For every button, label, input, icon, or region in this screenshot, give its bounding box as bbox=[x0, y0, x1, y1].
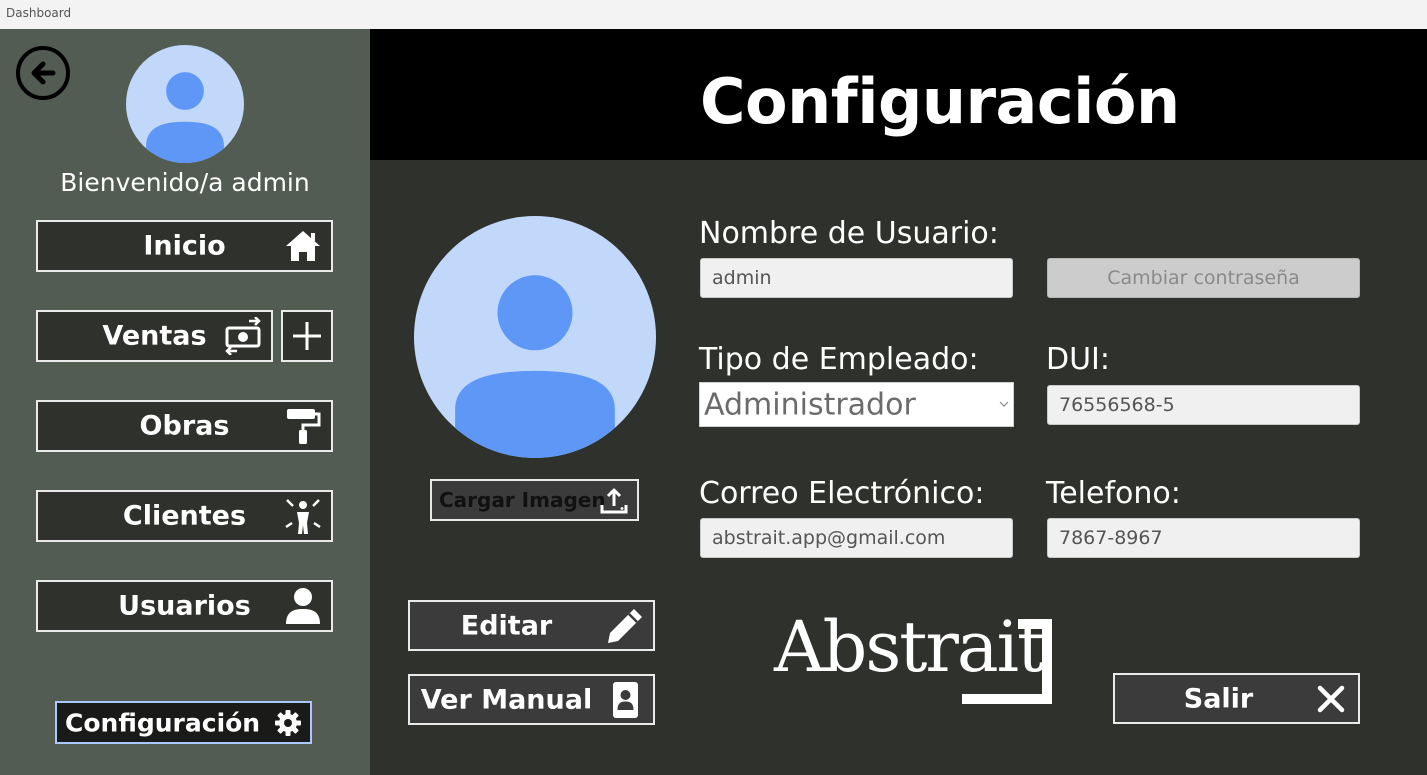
close-icon bbox=[1314, 682, 1348, 716]
pencil-icon bbox=[605, 606, 645, 646]
employee-type-label: Tipo de Empleado: bbox=[699, 342, 979, 377]
back-button[interactable] bbox=[16, 46, 70, 100]
change-password-button[interactable]: Cambiar contraseña bbox=[1047, 258, 1360, 298]
user-avatar-icon bbox=[146, 72, 224, 163]
page-title: Configuración bbox=[700, 65, 1180, 138]
username-field[interactable]: admin bbox=[700, 258, 1013, 298]
sidebar-item-clientes[interactable]: Clientes bbox=[36, 490, 333, 542]
employee-type-select[interactable]: Administrador bbox=[699, 382, 1014, 427]
upload-image-label: Cargar Imagen bbox=[439, 488, 606, 512]
arrow-left-icon bbox=[31, 61, 56, 85]
exit-label: Salir bbox=[1183, 683, 1254, 714]
window-title: Dashboard bbox=[6, 6, 72, 20]
window-titlebar: Dashboard bbox=[0, 0, 1427, 29]
user-avatar-icon bbox=[455, 275, 615, 458]
employee-type-value: Administrador bbox=[704, 387, 916, 422]
gear-icon bbox=[274, 709, 302, 737]
chevron-down-icon bbox=[999, 401, 1009, 407]
sidebar-item-obras[interactable]: Obras bbox=[36, 400, 333, 452]
dui-label: DUI: bbox=[1046, 342, 1111, 377]
paint-roller-icon bbox=[283, 407, 323, 445]
phone-field[interactable]: 7867-8967 bbox=[1047, 518, 1360, 558]
sidebar-item-inicio[interactable]: Inicio bbox=[36, 220, 333, 272]
abstrait-logo: Abstrait bbox=[772, 604, 1062, 716]
edit-label: Editar bbox=[460, 610, 553, 641]
money-exchange-icon bbox=[223, 317, 263, 355]
phone-label: Telefono: bbox=[1046, 476, 1181, 511]
contact-book-icon bbox=[605, 680, 645, 720]
sidebar-item-ventas[interactable]: Ventas bbox=[36, 310, 273, 362]
page-header: Configuración bbox=[370, 29, 1427, 160]
sidebar-item-configuracion[interactable]: Configuración bbox=[55, 701, 312, 744]
view-manual-label: Ver Manual bbox=[420, 684, 593, 715]
upload-icon bbox=[599, 486, 629, 516]
email-field[interactable]: abstrait.app@gmail.com bbox=[700, 518, 1013, 558]
person-rays-icon bbox=[283, 497, 323, 535]
home-icon bbox=[283, 227, 323, 265]
profile-picture bbox=[414, 216, 656, 458]
welcome-text: Bienvenido/a admin bbox=[60, 168, 310, 197]
edit-button[interactable]: Editar bbox=[408, 600, 655, 651]
view-manual-button[interactable]: Ver Manual bbox=[408, 674, 655, 725]
user-icon bbox=[283, 587, 323, 625]
change-password-label: Cambiar contraseña bbox=[1107, 267, 1300, 289]
email-label: Correo Electrónico: bbox=[699, 476, 985, 511]
exit-button[interactable]: Salir bbox=[1113, 673, 1360, 724]
sidebar-item-usuarios[interactable]: Usuarios bbox=[36, 580, 333, 632]
add-sale-button[interactable] bbox=[281, 310, 333, 362]
avatar bbox=[126, 45, 244, 163]
plus-icon bbox=[293, 322, 321, 350]
upload-image-button[interactable]: Cargar Imagen bbox=[430, 479, 639, 521]
dui-field[interactable]: 76556568-5 bbox=[1047, 385, 1360, 425]
sidebar-item-label: Configuración bbox=[65, 708, 261, 737]
username-label: Nombre de Usuario: bbox=[699, 216, 999, 251]
